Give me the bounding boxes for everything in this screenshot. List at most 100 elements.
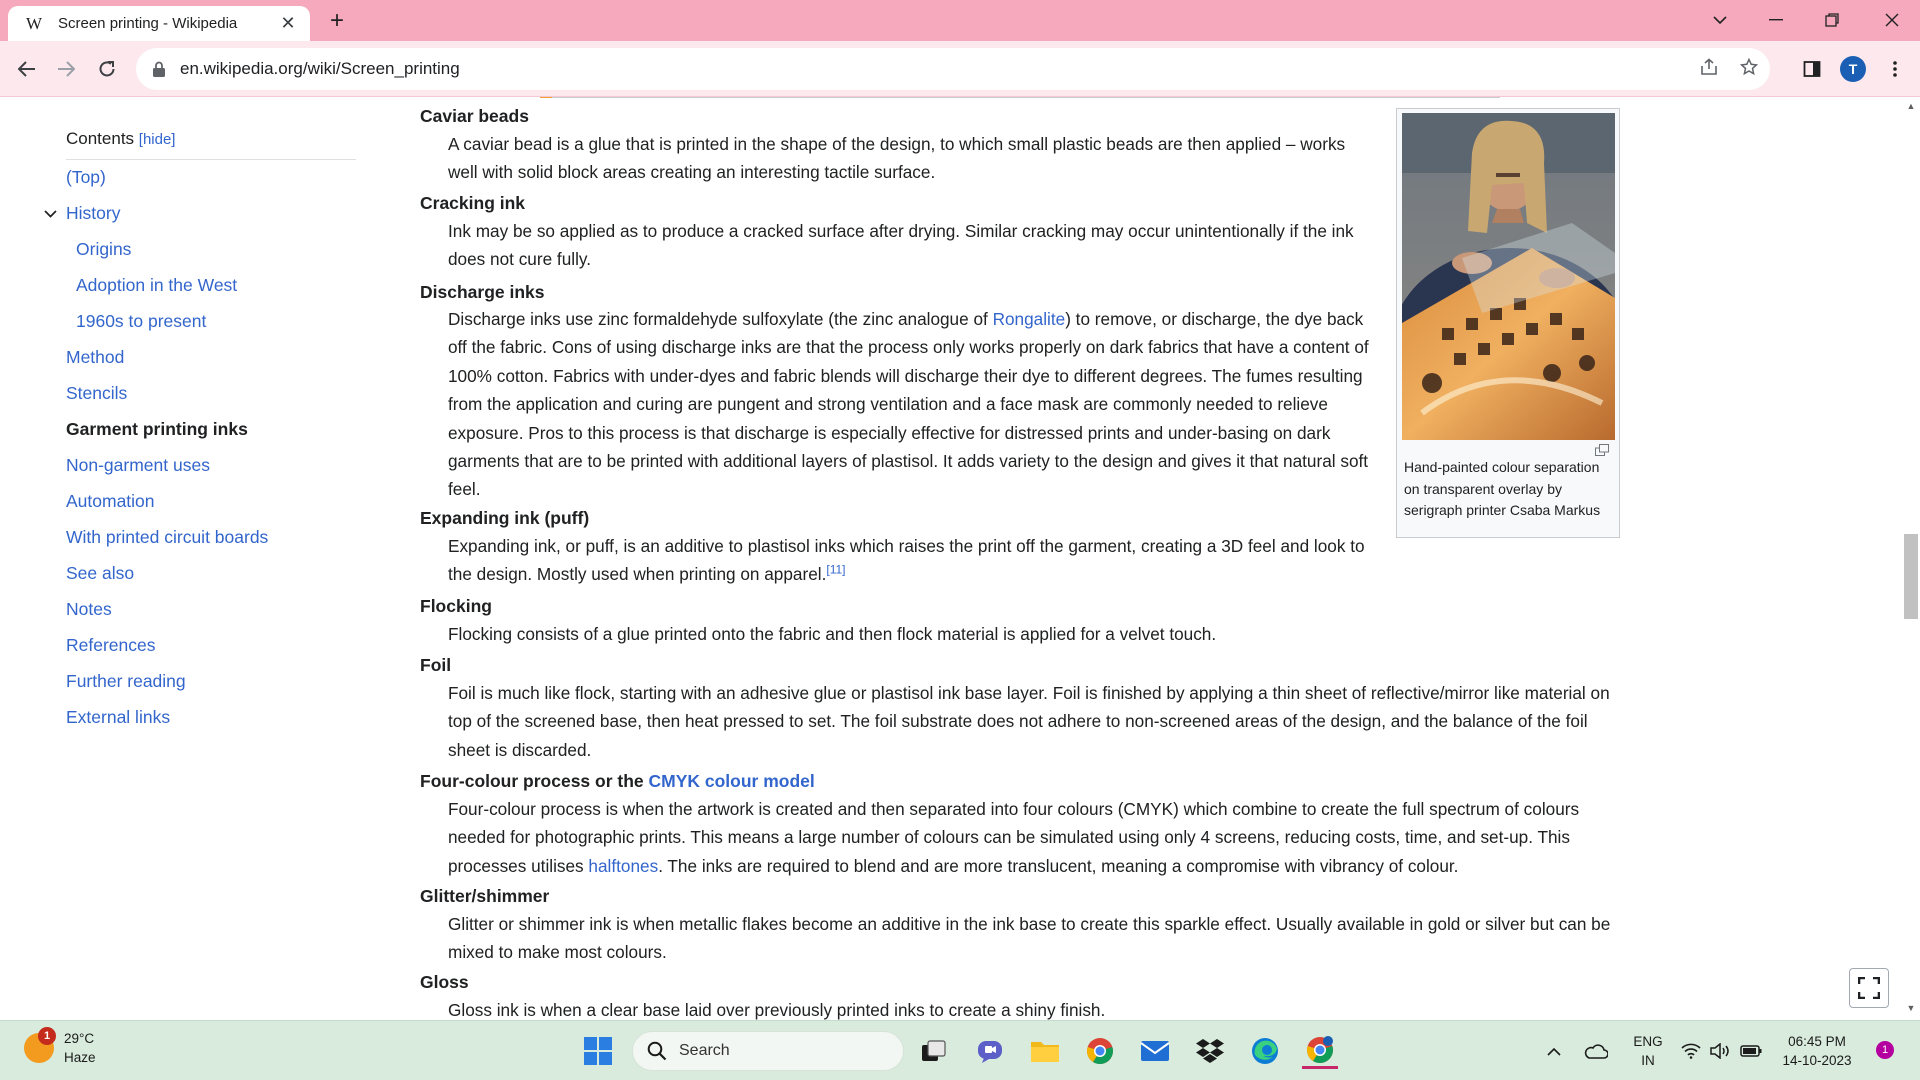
- windows-taskbar: 1 29°C Haze Search ENG IN 06:45 PM 14-10…: [0, 1020, 1920, 1080]
- toc-item-origins[interactable]: Origins: [76, 239, 131, 260]
- infobox-bottom-edge: [540, 97, 1500, 98]
- toc-item-method[interactable]: Method: [66, 347, 124, 368]
- search-icon: [647, 1041, 667, 1061]
- browser-tab-strip: W Screen printing - Wikipedia ✕ +: [0, 0, 1920, 41]
- new-tab-button[interactable]: +: [322, 6, 352, 36]
- thumbnail-figure: Hand-painted colour separation on transp…: [1396, 108, 1620, 538]
- desc-cracking-ink: Ink may be so applied as to produce a cr…: [448, 221, 1354, 270]
- teams-chat-icon[interactable]: [972, 1033, 1008, 1069]
- page-viewport: Contents [hide] (Top) History Origins Ad…: [0, 97, 1920, 1020]
- fullscreen-toggle-button[interactable]: [1849, 968, 1889, 1008]
- toc-item-history[interactable]: History: [44, 203, 120, 224]
- scroll-down-arrow-icon[interactable]: ▼: [1905, 1003, 1917, 1013]
- page-scrollbar[interactable]: ▲ ▼: [1902, 97, 1920, 1020]
- back-button[interactable]: [11, 53, 43, 85]
- side-panel-icon[interactable]: [1797, 53, 1827, 85]
- term-four-colour-process: Four-colour process or the CMYK colour m…: [420, 771, 815, 791]
- restore-button[interactable]: [1804, 0, 1860, 40]
- weather-temperature: 29°C: [64, 1031, 95, 1046]
- desc-discharge-inks: Discharge inks use zinc formaldehyde sul…: [448, 309, 1369, 500]
- windows-logo-icon: [584, 1037, 612, 1065]
- start-button[interactable]: [580, 1033, 616, 1069]
- toc-hide-link[interactable]: [hide]: [139, 131, 176, 148]
- desc-foil: Foil is much like flock, starting with a…: [448, 683, 1610, 760]
- bookmark-star-icon[interactable]: [1739, 57, 1759, 81]
- reload-button[interactable]: [91, 53, 123, 85]
- toc-item-see-also[interactable]: See also: [66, 563, 134, 584]
- term-gloss: Gloss: [420, 972, 469, 992]
- close-window-button[interactable]: [1864, 0, 1920, 40]
- link-halftones[interactable]: halftones: [588, 856, 658, 876]
- toc-item-notes[interactable]: Notes: [66, 599, 112, 620]
- term-glitter-shimmer: Glitter/shimmer: [420, 886, 550, 906]
- toc-item-stencils[interactable]: Stencils: [66, 383, 127, 404]
- toc-item-non-garment-uses[interactable]: Non-garment uses: [66, 455, 210, 476]
- minimize-button[interactable]: [1748, 0, 1804, 40]
- toc-item-automation[interactable]: Automation: [66, 491, 155, 512]
- desc-four-colour-process: Four-colour process is when the artwork …: [448, 799, 1580, 876]
- weather-condition: Haze: [64, 1050, 96, 1065]
- toc-item-printed-circuit-boards[interactable]: With printed circuit boards: [66, 527, 268, 548]
- term-foil: Foil: [420, 655, 452, 675]
- weather-alert-badge: 1: [38, 1027, 56, 1045]
- share-icon[interactable]: [1700, 57, 1718, 81]
- toc-item-1960s-to-present[interactable]: 1960s to present: [76, 311, 206, 332]
- file-explorer-icon[interactable]: [1027, 1033, 1063, 1069]
- citation-11[interactable]: [11]: [826, 563, 845, 577]
- term-discharge-inks: Discharge inks: [420, 282, 545, 302]
- toc-item-top[interactable]: (Top): [66, 167, 106, 188]
- enlarge-icon[interactable]: [1595, 443, 1609, 456]
- task-view-icon[interactable]: [916, 1033, 952, 1069]
- profile-avatar[interactable]: T: [1838, 53, 1868, 85]
- toc-item-garment-printing-inks[interactable]: Garment printing inks: [66, 419, 248, 440]
- wifi-icon[interactable]: [1676, 1033, 1706, 1069]
- onedrive-cloud-icon[interactable]: [1580, 1033, 1612, 1069]
- dropbox-icon[interactable]: [1192, 1033, 1228, 1069]
- taskbar-search[interactable]: Search: [632, 1031, 904, 1071]
- tab-close-icon[interactable]: ✕: [276, 13, 300, 34]
- weather-sun-icon: 1: [24, 1027, 56, 1063]
- term-expanding-ink: Expanding ink (puff): [420, 508, 590, 528]
- show-hidden-icons-chevron[interactable]: [1540, 1033, 1568, 1069]
- chevron-down-icon[interactable]: [44, 205, 57, 221]
- toc-item-external-links[interactable]: External links: [66, 707, 170, 728]
- clock[interactable]: 06:45 PM 14-10-2023: [1776, 1032, 1858, 1070]
- desc-expanding-ink: Expanding ink, or puff, is an additive t…: [448, 536, 1365, 585]
- toc-item-references[interactable]: References: [66, 635, 156, 656]
- battery-icon[interactable]: [1736, 1033, 1766, 1069]
- lock-icon[interactable]: [152, 61, 166, 77]
- expand-icon: [1858, 977, 1880, 999]
- link-cmyk-colour-model[interactable]: CMYK colour model: [649, 771, 815, 791]
- desc-glitter-shimmer: Glitter or shimmer ink is when metallic …: [448, 914, 1611, 963]
- desc-flocking: Flocking consists of a glue printed onto…: [448, 624, 1217, 644]
- toc-item-further-reading[interactable]: Further reading: [66, 671, 186, 692]
- link-rongalite[interactable]: Rongalite: [993, 309, 1066, 329]
- tab-search-chevron-icon[interactable]: [1692, 0, 1748, 40]
- tab-title: Screen printing - Wikipedia: [58, 15, 238, 32]
- chrome-icon[interactable]: [1082, 1033, 1118, 1069]
- term-caviar-beads: Caviar beads: [420, 106, 529, 126]
- term-flocking: Flocking: [420, 596, 492, 616]
- volume-icon[interactable]: [1706, 1033, 1736, 1069]
- forward-button[interactable]: [50, 53, 82, 85]
- url-text[interactable]: en.wikipedia.org/wiki/Screen_printing: [180, 59, 460, 79]
- chrome-profile-icon[interactable]: [1302, 1033, 1338, 1069]
- toc-divider: [66, 159, 356, 160]
- scroll-up-arrow-icon[interactable]: ▲: [1905, 101, 1917, 111]
- language-indicator[interactable]: ENG IN: [1628, 1032, 1668, 1070]
- serigraph-printer-photo[interactable]: [1402, 113, 1615, 440]
- wikipedia-favicon-icon: W: [26, 13, 43, 33]
- notification-badge[interactable]: 1: [1876, 1041, 1894, 1059]
- term-cracking-ink: Cracking ink: [420, 193, 526, 213]
- toc-item-adoption-in-the-west[interactable]: Adoption in the West: [76, 275, 237, 296]
- browser-toolbar: en.wikipedia.org/wiki/Screen_printing T: [0, 41, 1920, 97]
- figure-caption: Hand-painted colour separation on transp…: [1404, 459, 1601, 518]
- desc-caviar-beads: A caviar bead is a glue that is printed …: [448, 134, 1346, 183]
- mail-icon[interactable]: [1137, 1033, 1173, 1069]
- browser-tab[interactable]: W Screen printing - Wikipedia ✕: [8, 6, 310, 41]
- scrollbar-thumb[interactable]: [1904, 534, 1918, 619]
- weather-widget[interactable]: 1 29°C Haze: [24, 1027, 96, 1067]
- browser-menu-icon[interactable]: [1880, 53, 1910, 85]
- edge-icon[interactable]: [1247, 1033, 1283, 1069]
- address-bar[interactable]: en.wikipedia.org/wiki/Screen_printing: [136, 48, 1770, 90]
